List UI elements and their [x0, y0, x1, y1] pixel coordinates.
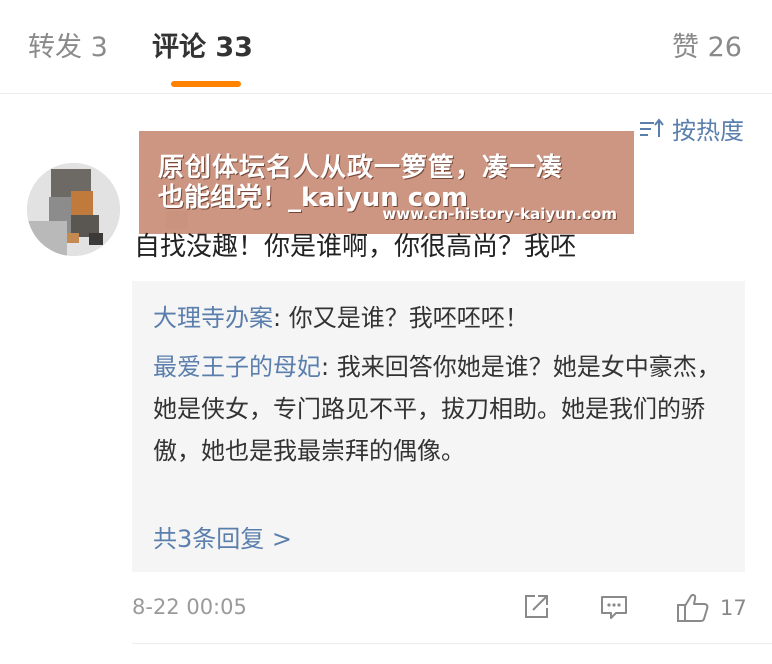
comment-icon: [601, 596, 627, 619]
sort-icon: [640, 117, 664, 137]
comment-text: 自找没趣！你是谁啊，你很高尚？我呸: [134, 232, 577, 262]
reply-text: 你又是谁？我呸呸呸！: [288, 304, 529, 332]
sort-by-hot-button[interactable]: 按热度: [638, 111, 744, 146]
tab-comments[interactable]: 评论 33: [152, 30, 253, 66]
thumbs-up-icon: [677, 594, 709, 622]
reply-item[interactable]: 大理寺办案: 你又是谁？我呸呸呸！: [153, 297, 725, 339]
reply-username[interactable]: 最爱王子的母妃: [153, 353, 321, 381]
active-tab-indicator: [171, 81, 241, 87]
reply-button[interactable]: [599, 592, 629, 622]
tab-reposts[interactable]: 转发 3: [28, 30, 108, 66]
reply-username[interactable]: 大理寺办案: [153, 304, 273, 332]
share-icon: [525, 595, 548, 618]
reply-separator: :: [273, 304, 289, 332]
tab-likes[interactable]: 赞 26: [672, 30, 742, 66]
replies-box[interactable]: 大理寺办案: 你又是谁？我呸呸呸！ 最爱王子的母妃: 我来回答你她是谁？她是女中…: [132, 281, 745, 572]
reply-item[interactable]: 最爱王子的母妃: 我来回答你她是谁？她是女中豪杰，她是侠女，专门路见不平，拔刀相…: [153, 346, 725, 472]
view-all-replies-link[interactable]: 共3条回复 >: [153, 518, 292, 560]
divider: [132, 643, 772, 644]
comment-footer: 8-22 00:05 17: [0, 588, 772, 634]
watermark-overlay: 原创体坛名人从政一箩筐，凑一凑 也能组党！_kaiyun com www.cn-…: [139, 131, 634, 234]
reply-separator: :: [321, 353, 337, 381]
sort-label: 按热度: [672, 117, 744, 145]
comment-tab-bar: 转发 3 评论 33 赞 26: [0, 0, 772, 94]
like-count: 17: [720, 596, 747, 620]
avatar[interactable]: [27, 163, 120, 256]
comment-timestamp: 8-22 00:05: [132, 595, 247, 619]
share-button[interactable]: [521, 592, 551, 622]
watermark-url: www.cn-history-kaiyun.com: [382, 205, 617, 223]
like-button[interactable]: 17: [676, 592, 747, 624]
